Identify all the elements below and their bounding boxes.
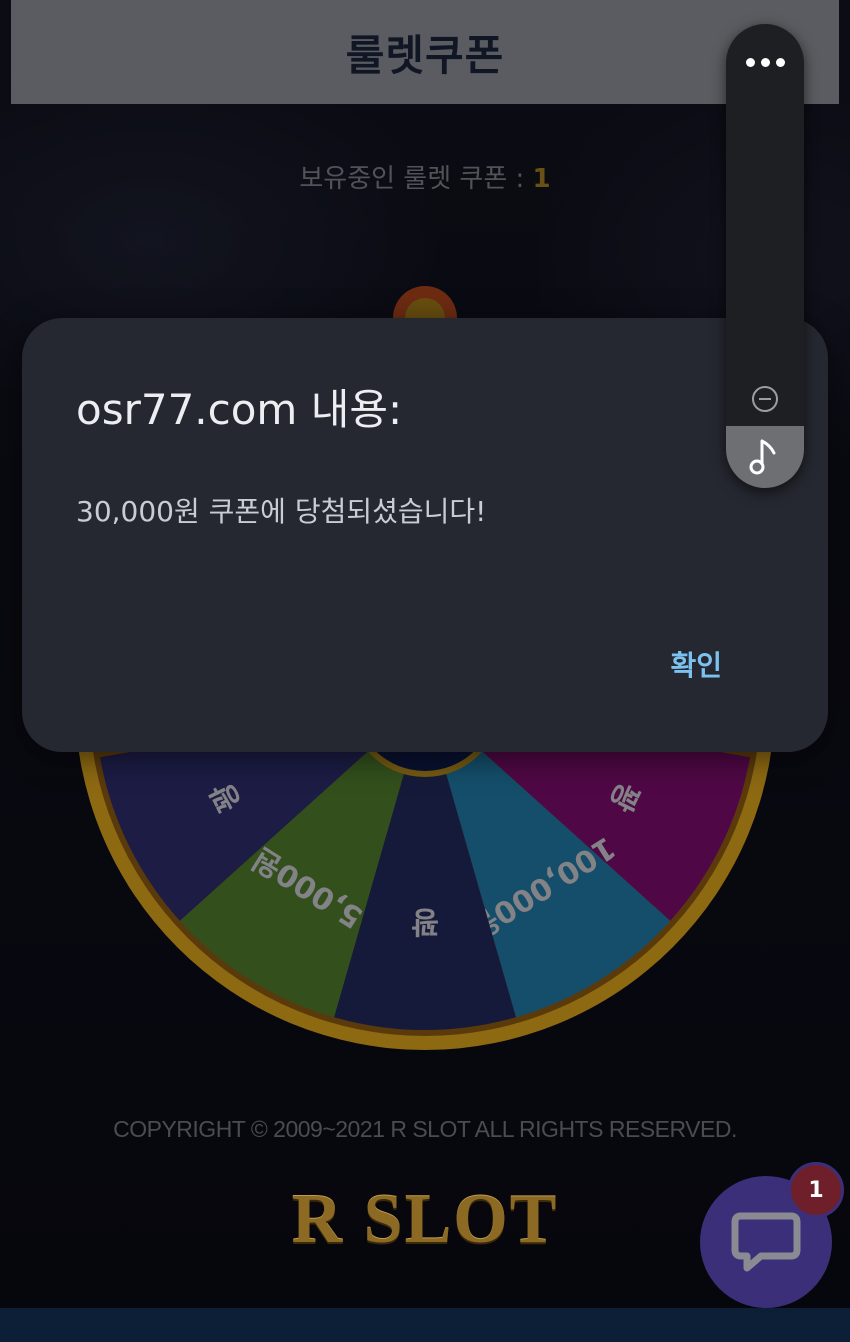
floating-side-panel (726, 24, 804, 488)
bottom-strip (0, 1308, 850, 1342)
confirm-button[interactable]: 확인 (670, 644, 722, 684)
more-icon[interactable] (726, 44, 804, 80)
alert-dialog: osr77.com 내용: 30,000원 쿠폰에 당첨되셨습니다! 확인 (22, 318, 828, 752)
dialog-message: 30,000원 쿠폰에 당첨되셨습니다! (76, 495, 487, 528)
minimize-icon[interactable] (752, 386, 778, 412)
chat-unread-badge: 1 (788, 1162, 844, 1218)
chat-bubble-icon (731, 1212, 801, 1272)
dialog-title: osr77.com 내용: (76, 385, 403, 434)
music-note-icon[interactable] (726, 426, 804, 488)
copyright-text: COPYRIGHT © 2009~2021 R SLOT ALL RIGHTS … (113, 1116, 737, 1142)
